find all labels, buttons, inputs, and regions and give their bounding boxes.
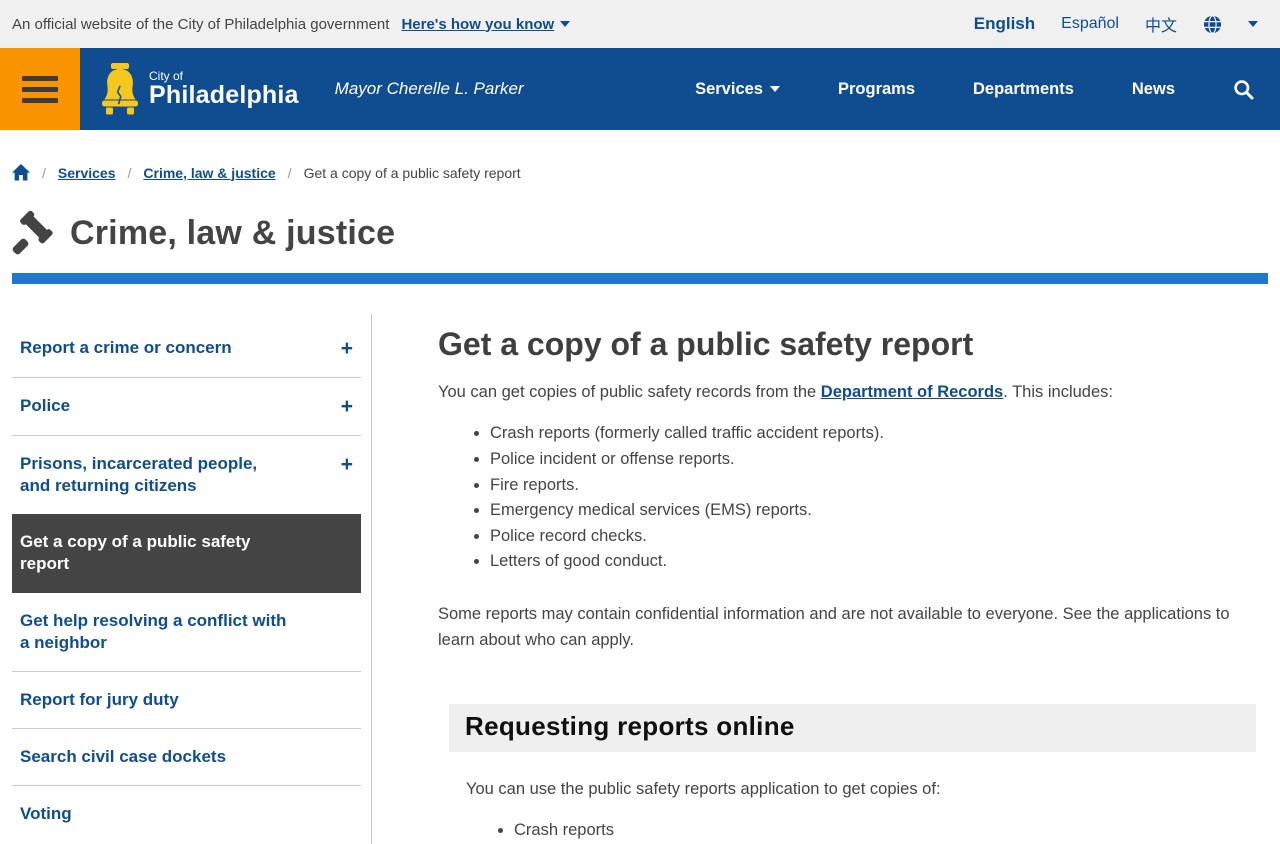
official-banner: An official website of the City of Phila…	[0, 0, 1280, 48]
sidebar-item-civil-dockets[interactable]: Search civil case dockets	[12, 729, 361, 786]
liberty-bell-icon	[102, 63, 138, 115]
language-link-espanol[interactable]: Español	[1061, 15, 1119, 33]
heres-how-you-know-button[interactable]: Here's how you know	[401, 15, 571, 33]
plus-icon[interactable]: +	[341, 395, 353, 418]
sidebar-item-voting[interactable]: Voting	[12, 786, 361, 842]
logo-philadelphia-text: Philadelphia	[149, 81, 299, 110]
title-accent-bar	[12, 273, 1268, 284]
sidebar-item-label: Report for jury duty	[20, 689, 179, 709]
report-types-list: Crash reports (formerly called traffic a…	[438, 421, 1256, 574]
online-reports-list: Crash reports	[438, 818, 1256, 844]
sidebar-item-label: Get a copy of a public safety report	[20, 532, 251, 574]
article-title: Get a copy of a public safety report	[438, 326, 974, 362]
list-item: Letters of good conduct.	[490, 549, 1256, 575]
breadcrumb-separator: /	[127, 164, 132, 181]
list-item: Crash reports (formerly called traffic a…	[490, 421, 1256, 447]
breadcrumb-category-link[interactable]: Crime, law & justice	[143, 165, 275, 181]
breadcrumb-separator: /	[42, 164, 46, 181]
city-of-philadelphia-logo[interactable]: City of Philadelphia	[100, 62, 299, 116]
sidebar-item-public-safety-report-active[interactable]: Get a copy of a public safety report	[12, 514, 361, 593]
list-item: Crash reports	[514, 818, 1256, 844]
main-article: Get a copy of a public safety report You…	[438, 314, 1256, 844]
list-item: Emergency medical services (EMS) reports…	[490, 498, 1256, 524]
sidebar-item-resolve-conflict[interactable]: Get help resolving a conflict with a nei…	[12, 593, 361, 672]
language-link-chinese[interactable]: 中文	[1145, 12, 1177, 36]
nav-programs[interactable]: Programs	[838, 80, 915, 99]
page-title-row: Crime, law & justice	[0, 181, 1280, 255]
section-intro: You can use the public safety reports ap…	[466, 779, 941, 798]
gavel-icon	[12, 211, 53, 255]
breadcrumb: / Services / Crime, law & justice / Get …	[0, 130, 1280, 181]
sidebar-item-prisons[interactable]: Prisons, incarcerated people, and return…	[12, 436, 361, 514]
language-link-english[interactable]: English	[974, 14, 1035, 34]
list-item: Fire reports.	[490, 473, 1256, 499]
nav-services[interactable]: Services	[695, 80, 780, 99]
intro-text: . This includes:	[1003, 383, 1113, 401]
section-header: Requesting reports online	[449, 703, 1256, 752]
list-item: Police record checks.	[490, 524, 1256, 550]
breadcrumb-current-page: Get a copy of a public safety report	[303, 164, 521, 181]
department-of-records-link[interactable]: Department of Records	[821, 383, 1003, 401]
confidential-note: Some reports may contain confidential in…	[438, 604, 1230, 650]
sidebar-item-jury-duty[interactable]: Report for jury duty	[12, 672, 361, 729]
nav-news[interactable]: News	[1132, 80, 1175, 99]
sidebar-item-label: Report a crime or concern	[20, 338, 232, 357]
breadcrumb-separator: /	[287, 164, 292, 181]
nav-departments[interactable]: Departments	[973, 80, 1074, 99]
globe-icon	[1203, 14, 1222, 34]
sidebar-item-label: Voting	[20, 803, 72, 823]
search-button[interactable]	[1233, 79, 1254, 100]
nav-services-label: Services	[695, 79, 763, 98]
chevron-down-icon	[769, 86, 780, 92]
chevron-down-icon	[560, 21, 571, 27]
home-icon	[12, 164, 30, 181]
breadcrumb-home-link[interactable]	[12, 164, 30, 181]
content-area: Report a crime or concern + Police + Pri…	[0, 314, 1280, 844]
plus-icon[interactable]: +	[341, 453, 353, 476]
menu-icon	[22, 97, 58, 103]
section-title: Requesting reports online	[465, 710, 795, 741]
page-title: Crime, law & justice	[70, 213, 396, 252]
hamburger-menu-button[interactable]	[0, 48, 80, 130]
breadcrumb-services-link[interactable]: Services	[58, 165, 116, 181]
list-item: Police incident or offense reports.	[490, 447, 1256, 473]
sidebar-item-label: Prisons, incarcerated people, and return…	[20, 454, 258, 496]
primary-nav: Services Programs Departments News	[695, 79, 1280, 100]
chevron-down-icon[interactable]	[1248, 21, 1258, 27]
sidebar-item-label: Get help resolving a conflict with a nei…	[20, 610, 287, 652]
logo-wordmark: City of Philadelphia	[149, 69, 299, 110]
menu-icon	[22, 86, 58, 92]
service-sidebar: Report a crime or concern + Police + Pri…	[12, 314, 372, 844]
plus-icon[interactable]: +	[341, 337, 353, 360]
sidebar-item-police[interactable]: Police +	[12, 378, 361, 437]
intro-text: You can get copies of public safety reco…	[438, 383, 821, 401]
sidebar-item-label: Police	[20, 396, 71, 416]
intro-paragraph: You can get copies of public safety reco…	[438, 379, 1256, 405]
mayor-name-text: Mayor Cherelle L. Parker	[334, 79, 524, 98]
site-header: City of Philadelphia Mayor Cherelle L. P…	[0, 48, 1280, 130]
sidebar-item-report-crime[interactable]: Report a crime or concern +	[12, 320, 361, 379]
language-globe-button[interactable]	[1203, 14, 1222, 34]
sidebar-item-label: Search civil case dockets	[20, 746, 227, 766]
menu-icon	[22, 75, 58, 81]
search-icon	[1234, 79, 1254, 99]
official-banner-text: An official website of the City of Phila…	[12, 15, 390, 33]
heres-how-you-know-label: Here's how you know	[401, 15, 555, 33]
